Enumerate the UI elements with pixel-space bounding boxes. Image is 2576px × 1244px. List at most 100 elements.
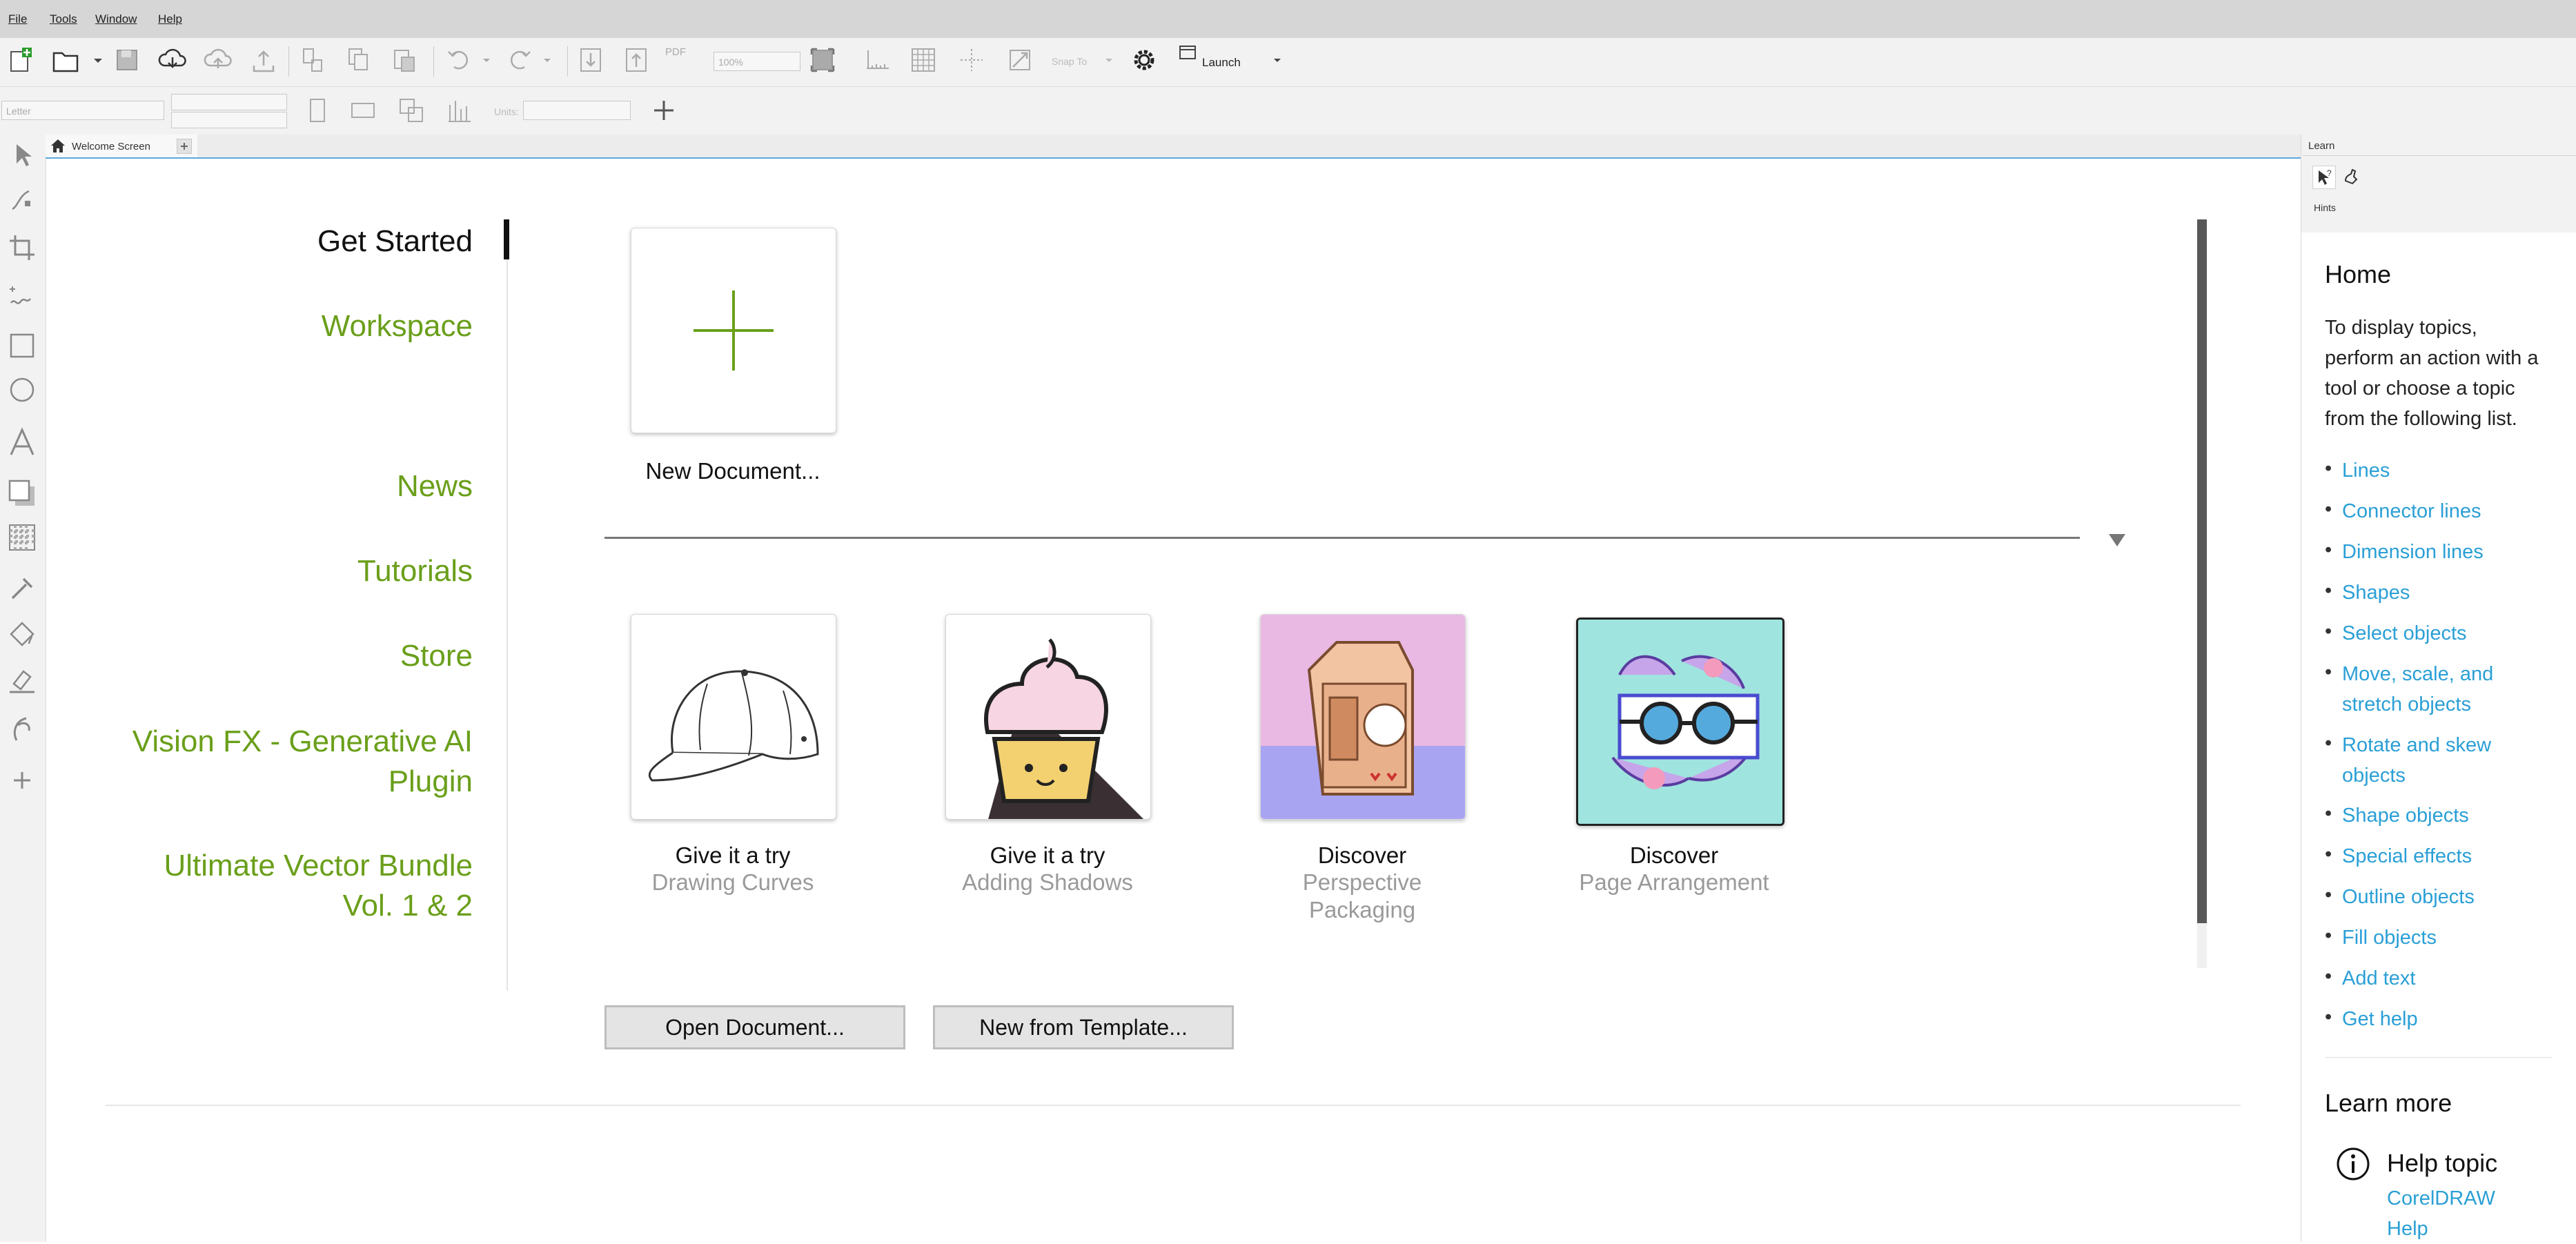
new-document-label[interactable]: New Document... <box>588 458 878 484</box>
new-tab-button[interactable] <box>177 139 192 154</box>
menu-tools[interactable]: Tools <box>50 12 77 26</box>
page-size-combo[interactable]: Letter <box>1 101 164 120</box>
new-from-template-button[interactable]: New from Template... <box>933 1005 1234 1049</box>
redo-dropdown-icon[interactable] <box>537 45 567 75</box>
topic-rotate-skew-link[interactable]: Rotate and skew objects <box>2342 730 2491 791</box>
options-gear-icon[interactable] <box>1129 45 1159 75</box>
tile-perspective-packaging-subtitle[interactable]: Perspective Packaging <box>1217 869 1507 924</box>
new-document-tile[interactable] <box>631 228 836 433</box>
tile-adding-shadows-subtitle[interactable]: Adding Shadows <box>903 869 1192 896</box>
transparency-tool-icon[interactable] <box>6 521 39 554</box>
nav-workspace[interactable]: Workspace <box>322 306 473 346</box>
topic-add-text-link[interactable]: Add text <box>2342 963 2415 994</box>
ellipse-tool-icon[interactable] <box>6 373 39 406</box>
menu-window[interactable]: Window <box>95 12 137 26</box>
tile-page-arrangement-title[interactable]: Discover <box>1529 842 1819 869</box>
bullet: • <box>2325 732 2332 754</box>
rectangle-tool-icon[interactable] <box>6 329 39 362</box>
topic-select-objects-link[interactable]: Select objects <box>2342 618 2467 649</box>
add-icon[interactable] <box>649 95 679 126</box>
tile-drawing-curves-title[interactable]: Give it a try <box>588 842 878 869</box>
open-folder-icon[interactable] <box>51 45 81 75</box>
nav-store[interactable]: Store <box>400 636 473 676</box>
topic-move-scale-link[interactable]: Move, scale, and stretch objects <box>2342 659 2493 720</box>
new-document-icon[interactable] <box>6 45 36 75</box>
bullet: • <box>2325 661 2332 683</box>
drop-shadow-tool-icon[interactable] <box>6 477 39 510</box>
guidelines-icon[interactable] <box>956 45 987 75</box>
topic-fill-objects-link[interactable]: Fill objects <box>2342 922 2437 953</box>
tab-welcome-screen[interactable]: Welcome Screen <box>46 135 197 157</box>
copy-properties-icon[interactable] <box>298 45 328 75</box>
share-icon[interactable] <box>248 45 279 75</box>
pick-tool-icon[interactable] <box>6 139 39 172</box>
launch-button[interactable]: Launch <box>1202 56 1241 70</box>
smart-fill-tool-icon[interactable] <box>6 663 39 696</box>
page-height-field[interactable] <box>171 112 287 128</box>
redo-icon[interactable] <box>505 45 535 75</box>
import-icon[interactable] <box>576 45 606 75</box>
topic-shapes-link[interactable]: Shapes <box>2342 577 2410 608</box>
launch-dropdown-icon[interactable] <box>1266 45 1296 75</box>
tile-perspective-packaging-title[interactable]: Discover <box>1217 842 1507 869</box>
all-pages-icon[interactable] <box>396 95 426 126</box>
tile-drawing-curves-subtitle[interactable]: Drawing Curves <box>588 869 878 896</box>
menu-file[interactable]: File <box>8 12 27 26</box>
hints-hand-icon[interactable] <box>2340 166 2362 188</box>
collapse-triangle-icon[interactable] <box>2107 533 2127 548</box>
menu-help[interactable]: Help <box>158 12 182 26</box>
rulers-icon[interactable] <box>863 45 893 75</box>
undo-icon[interactable] <box>443 45 473 75</box>
snap-to-dropdown[interactable]: Snap To <box>1052 56 1087 67</box>
portrait-icon[interactable] <box>302 95 333 126</box>
publish-pdf-button[interactable]: PDF <box>665 46 686 58</box>
topic-shape-objects-link[interactable]: Shape objects <box>2342 800 2469 831</box>
nav-vision-fx[interactable]: Vision FX - Generative AI Plugin <box>132 722 473 802</box>
tile-page-arrangement[interactable] <box>1576 618 1784 826</box>
topic-special-effects-link[interactable]: Special effects <box>2342 841 2472 871</box>
save-icon[interactable] <box>112 45 142 75</box>
landscape-icon[interactable] <box>348 95 378 126</box>
freehand-tool-icon[interactable] <box>6 279 39 313</box>
shape-tool-icon[interactable] <box>6 183 39 216</box>
crop-tool-icon[interactable] <box>6 231 39 264</box>
interactive-fill-tool-icon[interactable] <box>6 618 39 651</box>
add-tool-icon[interactable] <box>6 764 39 797</box>
units-combo[interactable] <box>523 101 631 120</box>
topic-dimension-lines-link[interactable]: Dimension lines <box>2342 537 2484 567</box>
nav-news[interactable]: News <box>397 466 473 506</box>
nav-vector-bundle[interactable]: Ultimate Vector Bundle Vol. 1 & 2 <box>164 846 473 926</box>
tile-drawing-curves[interactable] <box>631 614 836 820</box>
nav-tutorials[interactable]: Tutorials <box>357 551 473 591</box>
hints-pointer-icon[interactable]: ? <box>2312 166 2336 189</box>
smear-tool-icon[interactable] <box>6 713 39 746</box>
page-width-field[interactable] <box>171 94 287 110</box>
export-icon[interactable] <box>621 45 651 75</box>
cloud-upload-icon[interactable] <box>203 45 233 75</box>
zoom-level-combo[interactable]: 100% <box>714 52 800 71</box>
open-document-button[interactable]: Open Document... <box>604 1005 905 1049</box>
tile-page-arrangement-subtitle[interactable]: Page Arrangement <box>1529 869 1819 896</box>
undo-dropdown-icon[interactable] <box>476 45 507 75</box>
copy-icon[interactable] <box>344 45 374 75</box>
nav-get-started[interactable]: Get Started <box>317 221 473 261</box>
snap-to-objects-icon[interactable] <box>1005 45 1035 75</box>
full-screen-preview-icon[interactable] <box>807 45 838 75</box>
topic-connector-lines-link[interactable]: Connector lines <box>2342 496 2481 526</box>
grid-icon[interactable] <box>908 45 938 75</box>
topic-lines-link[interactable]: Lines <box>2342 455 2390 486</box>
cloud-download-icon[interactable] <box>157 45 188 75</box>
topic-get-help-link[interactable]: Get help <box>2342 1004 2418 1034</box>
text-tool-icon[interactable] <box>6 426 39 459</box>
milk-carton-icon <box>1261 615 1465 819</box>
current-page-icon[interactable] <box>444 95 475 126</box>
eyedropper-tool-icon[interactable] <box>6 572 39 605</box>
snap-dropdown-arrow-icon[interactable] <box>1096 45 1126 75</box>
welcome-scrollbar-thumb[interactable] <box>2197 219 2207 923</box>
tile-adding-shadows[interactable] <box>945 614 1151 820</box>
paste-icon[interactable] <box>389 45 420 75</box>
tile-perspective-packaging[interactable] <box>1260 614 1466 820</box>
coreldraw-help-link[interactable]: CorelDRAW Help <box>2387 1183 2495 1244</box>
tile-adding-shadows-title[interactable]: Give it a try <box>903 842 1192 869</box>
topic-outline-objects-link[interactable]: Outline objects <box>2342 882 2475 912</box>
